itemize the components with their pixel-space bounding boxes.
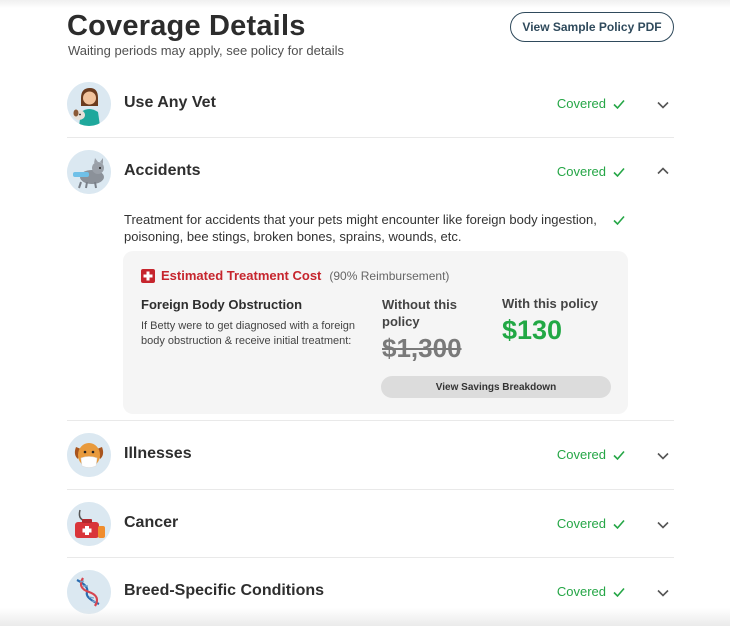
status-text: Covered <box>556 164 606 179</box>
view-savings-breakdown-button[interactable]: View Savings Breakdown <box>381 376 611 398</box>
status-text: Covered <box>556 584 606 599</box>
dna-icon <box>67 570 111 614</box>
row-label: Illnesses <box>124 445 192 462</box>
status-text: Covered <box>556 516 606 531</box>
check-icon <box>613 519 625 529</box>
chevron-down-icon[interactable] <box>656 518 670 532</box>
coverage-row-illnesses[interactable]: Illnesses Covered <box>67 421 674 489</box>
chevron-down-icon[interactable] <box>656 98 670 112</box>
condition-title: Foreign Body Obstruction <box>141 297 303 312</box>
without-policy-amount: $1,300 <box>382 333 462 363</box>
accidents-description: Treatment for accidents that your pets m… <box>124 212 597 244</box>
view-sample-policy-button[interactable]: View Sample Policy PDF <box>510 12 674 42</box>
cost-title: Estimated Treatment Cost <box>161 268 322 283</box>
with-policy-label: With this policy <box>502 296 598 311</box>
chevron-up-icon[interactable] <box>656 164 670 178</box>
covered-status: Covered <box>557 584 626 599</box>
reimbursement-note: (90% Reimbursement) <box>329 268 450 283</box>
covered-status: Covered <box>557 447 626 462</box>
coverage-header: Coverage Details Waiting periods may app… <box>67 10 674 60</box>
condition-description: If Betty were to get diagnosed with a fo… <box>141 320 356 347</box>
check-icon <box>613 215 625 226</box>
row-label: Use Any Vet <box>124 94 216 111</box>
coverage-row-cancer[interactable]: Cancer Covered <box>67 490 674 558</box>
vet-with-dog-icon <box>67 82 111 126</box>
covered-status: Covered <box>557 164 626 179</box>
check-icon <box>613 587 625 597</box>
covered-status: Covered <box>557 96 626 111</box>
cat-with-bandage-icon <box>67 150 111 194</box>
page-subtitle: Waiting periods may apply, see policy fo… <box>68 43 345 58</box>
page-title: Coverage Details <box>67 10 306 42</box>
status-text: Covered <box>556 447 606 462</box>
without-policy-label: Without this policy <box>382 297 457 329</box>
row-label: Breed-Specific Conditions <box>124 582 325 599</box>
sick-dog-icon <box>67 433 111 477</box>
with-policy-amount: $130 <box>502 315 563 345</box>
row-label: Cancer <box>124 514 179 531</box>
status-text: Covered <box>556 96 606 111</box>
coverage-row-use-any-vet[interactable]: Use Any Vet Covered <box>67 70 674 138</box>
row-label: Accidents <box>124 162 201 179</box>
check-icon <box>613 167 625 177</box>
medical-kit-icon <box>67 502 111 546</box>
estimated-cost-card: Estimated Treatment Cost (90% Reimbursem… <box>123 251 628 414</box>
check-icon <box>613 99 625 109</box>
check-icon <box>613 450 625 460</box>
chevron-down-icon[interactable] <box>656 449 670 463</box>
top-shadow <box>0 0 730 8</box>
cost-header: Estimated Treatment Cost (90% Reimbursem… <box>141 268 449 283</box>
coverage-row-breed-specific[interactable]: Breed-Specific Conditions Covered <box>67 558 674 626</box>
chevron-down-icon[interactable] <box>656 586 670 600</box>
covered-status: Covered <box>557 516 626 531</box>
medical-cross-icon <box>141 268 155 283</box>
coverage-row-accidents[interactable]: Accidents Covered <box>67 138 674 206</box>
